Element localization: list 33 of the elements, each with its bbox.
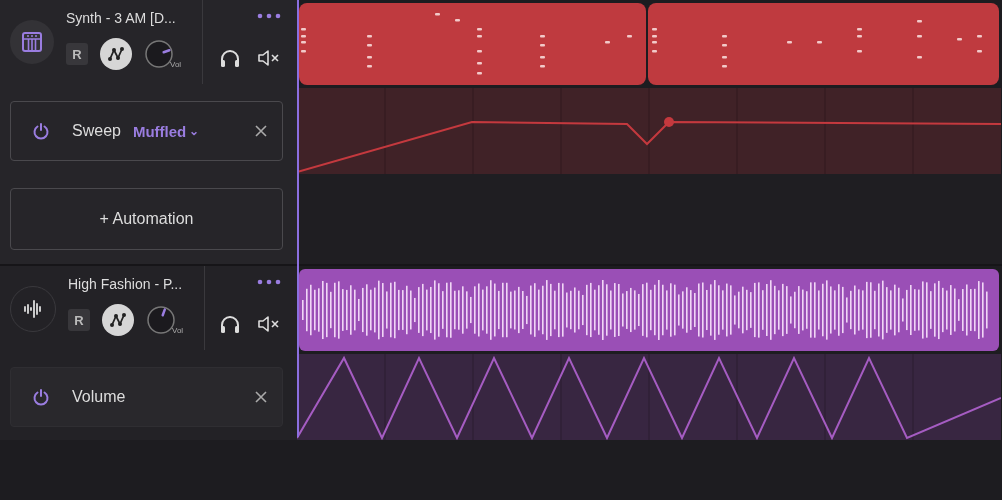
automation-curve[interactable] — [297, 121, 1001, 173]
power-icon[interactable] — [32, 388, 50, 406]
headphones-icon[interactable] — [219, 313, 241, 335]
waveform-icon — [22, 298, 44, 320]
more-icon[interactable] — [257, 279, 281, 285]
automation-toggle-button[interactable] — [100, 38, 132, 70]
midi-clip[interactable] — [299, 3, 999, 85]
preset-dropdown[interactable]: Muffled ⌄ — [132, 122, 200, 140]
node-graph-icon — [108, 310, 128, 330]
mute-icon[interactable] — [257, 313, 281, 335]
record-button[interactable]: R — [66, 43, 88, 65]
record-button[interactable]: R — [68, 309, 90, 331]
volume-label: Vol — [170, 60, 182, 69]
automation-curve[interactable] — [297, 355, 1001, 440]
keyboard-icon — [21, 31, 43, 53]
close-icon[interactable] — [254, 390, 268, 404]
automation-parameter-name: Volume — [72, 388, 126, 406]
volume-label: Vol — [172, 326, 184, 335]
automation-parameter-name: Sweep — [72, 122, 121, 140]
track-icon-button[interactable] — [10, 20, 54, 64]
node-graph-icon — [106, 44, 126, 64]
audio-clip[interactable] — [299, 269, 999, 351]
track-name: Synth - 3 AM [D... — [66, 10, 177, 26]
track-name: High Fashion - P... — [68, 276, 184, 292]
track-icon-button[interactable] — [10, 286, 56, 332]
power-icon[interactable] — [32, 122, 50, 140]
automation-point[interactable] — [664, 117, 674, 127]
more-icon[interactable] — [257, 13, 281, 19]
automation-toggle-button[interactable] — [102, 304, 134, 336]
close-icon[interactable] — [254, 124, 268, 138]
mute-icon[interactable] — [257, 47, 281, 69]
headphones-icon[interactable] — [219, 47, 241, 69]
add-automation-button[interactable]: + Automation — [10, 188, 283, 250]
